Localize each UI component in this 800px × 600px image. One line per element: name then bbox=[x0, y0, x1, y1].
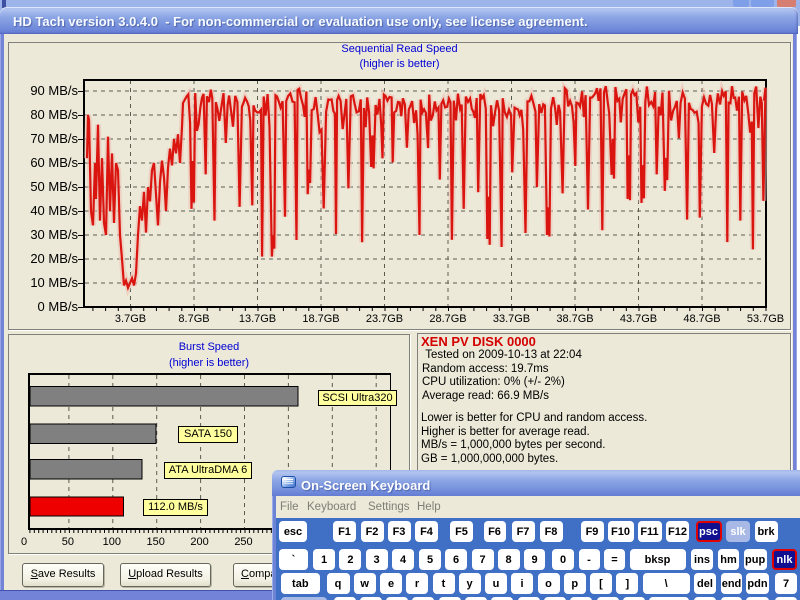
svg-text:10 MB/s: 10 MB/s bbox=[30, 275, 78, 290]
svg-text:38.7GB: 38.7GB bbox=[556, 313, 593, 325]
svg-text:48.7GB: 48.7GB bbox=[683, 313, 720, 325]
svg-text:200: 200 bbox=[190, 536, 208, 548]
svg-text:8.7GB: 8.7GB bbox=[178, 313, 209, 325]
svg-text:0 MB/s: 0 MB/s bbox=[38, 299, 79, 314]
svg-text:3.7GB: 3.7GB bbox=[115, 313, 146, 325]
svg-text:43.7GB: 43.7GB bbox=[620, 313, 657, 325]
svg-text:90 MB/s: 90 MB/s bbox=[30, 83, 78, 98]
svg-text:30 MB/s: 30 MB/s bbox=[30, 227, 78, 242]
svg-text:50 MB/s: 50 MB/s bbox=[30, 179, 78, 194]
svg-text:80 MB/s: 80 MB/s bbox=[30, 107, 78, 122]
svg-text:70 MB/s: 70 MB/s bbox=[30, 131, 78, 146]
svg-text:150: 150 bbox=[147, 536, 165, 548]
svg-text:50: 50 bbox=[62, 536, 74, 548]
svg-text:13.7GB: 13.7GB bbox=[239, 313, 276, 325]
svg-text:23.7GB: 23.7GB bbox=[366, 313, 403, 325]
svg-text:18.7GB: 18.7GB bbox=[302, 313, 339, 325]
svg-text:53.7GB: 53.7GB bbox=[747, 313, 784, 325]
svg-text:28.7GB: 28.7GB bbox=[429, 313, 466, 325]
svg-text:0: 0 bbox=[21, 536, 27, 548]
svg-text:100: 100 bbox=[103, 536, 121, 548]
svg-text:250: 250 bbox=[234, 536, 252, 548]
svg-text:33.7GB: 33.7GB bbox=[493, 313, 530, 325]
svg-text:60 MB/s: 60 MB/s bbox=[30, 155, 78, 170]
svg-text:40 MB/s: 40 MB/s bbox=[30, 203, 78, 218]
svg-text:20 MB/s: 20 MB/s bbox=[30, 251, 78, 266]
